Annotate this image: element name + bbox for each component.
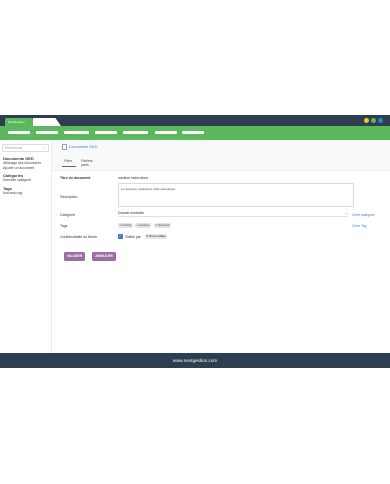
brand-tab[interactable]: NextGestion bbox=[5, 118, 33, 126]
tag-label: Sécurité bbox=[158, 223, 170, 227]
menu-item-3[interactable] bbox=[64, 131, 89, 134]
document-icon bbox=[62, 144, 67, 150]
tag-label: Archive bbox=[139, 223, 150, 227]
user-avatar-icon bbox=[146, 235, 149, 238]
breadcrumb[interactable]: Documents GED bbox=[69, 145, 98, 149]
menu-item-7[interactable] bbox=[182, 131, 204, 134]
sidebar: Rechercher ⌄ Documents GED Affichage des… bbox=[0, 140, 52, 353]
tab-attached-files[interactable]: Fichiers joints bbox=[81, 159, 93, 167]
tag-chip[interactable]: × Sécurité bbox=[154, 223, 172, 228]
cancel-button[interactable]: ANNULER bbox=[92, 252, 116, 261]
search-input[interactable]: Rechercher ⌄ bbox=[2, 144, 49, 152]
maximize-dot[interactable] bbox=[371, 118, 376, 123]
chevron-down-icon: ⌄ bbox=[43, 146, 46, 150]
confidentiality-label: Confidentialité du fichier bbox=[60, 235, 98, 239]
create-category-link[interactable]: Créer catégorie bbox=[352, 213, 375, 217]
sidebar-item-new-category[interactable]: Nouvelle catégorie bbox=[3, 178, 31, 182]
visible-by-checkbox[interactable]: ✓ bbox=[118, 234, 123, 239]
search-placeholder: Rechercher bbox=[5, 146, 23, 150]
menu-item-6[interactable] bbox=[155, 131, 177, 134]
sidebar-item-view-documents[interactable]: Affichage des documents bbox=[3, 161, 41, 165]
category-select[interactable]: Dossier medicale ⌄ bbox=[118, 211, 348, 217]
user-name: Brown Mako bbox=[149, 233, 166, 238]
sidebar-item-new-tag[interactable]: Nouveau tag bbox=[3, 191, 22, 195]
category-label: Catégorie bbox=[60, 213, 76, 217]
visible-by-label: Visible par bbox=[125, 234, 141, 239]
title-value[interactable]: medical Instructions bbox=[118, 176, 148, 180]
document-form: Titre du document medical Instructions D… bbox=[52, 170, 390, 352]
category-value: Dossier medicale bbox=[118, 211, 145, 215]
tag-chip[interactable]: × Fichier bbox=[118, 223, 133, 228]
chevron-down-icon: ⌄ bbox=[345, 210, 348, 215]
menu-item-2[interactable] bbox=[36, 131, 58, 134]
menu-item-5[interactable] bbox=[123, 131, 148, 134]
close-dot[interactable] bbox=[378, 118, 383, 123]
tag-chip[interactable]: × Archive bbox=[135, 223, 151, 228]
menu-item-1[interactable] bbox=[8, 131, 30, 134]
user-chip[interactable]: Brown Mako bbox=[145, 233, 168, 239]
create-tag-link[interactable]: Créer Tag bbox=[352, 224, 366, 228]
description-label: Description bbox=[60, 195, 78, 199]
app-window: NextGestion Rechercher ⌄ Documents GED A… bbox=[0, 115, 390, 368]
footer: www.nextgestion.com bbox=[0, 353, 390, 368]
validate-button[interactable]: VALIDER bbox=[64, 252, 85, 261]
tab-fiche[interactable]: Fiche bbox=[64, 159, 72, 163]
description-textarea[interactable]: Le domaine médical et pharmaceutique bbox=[118, 183, 354, 207]
sidebar-item-add-document[interactable]: Ajouter un document bbox=[3, 166, 34, 170]
menu-item-4[interactable] bbox=[95, 131, 117, 134]
window-titlebar: NextGestion bbox=[0, 115, 390, 126]
footer-website[interactable]: www.nextgestion.com bbox=[0, 353, 390, 368]
main-menubar bbox=[0, 126, 390, 140]
main-content: Documents GED Fiche Fichiers joints Titr… bbox=[52, 140, 390, 353]
description-value: Le domaine médical et pharmaceutique bbox=[121, 187, 176, 191]
tags-label: Tags bbox=[60, 224, 68, 228]
new-tab[interactable] bbox=[33, 118, 61, 126]
minimize-dot[interactable] bbox=[364, 118, 369, 123]
active-tab-indicator bbox=[62, 166, 76, 167]
tag-label: Fichier bbox=[122, 223, 132, 227]
title-label: Titre du document bbox=[60, 176, 91, 180]
